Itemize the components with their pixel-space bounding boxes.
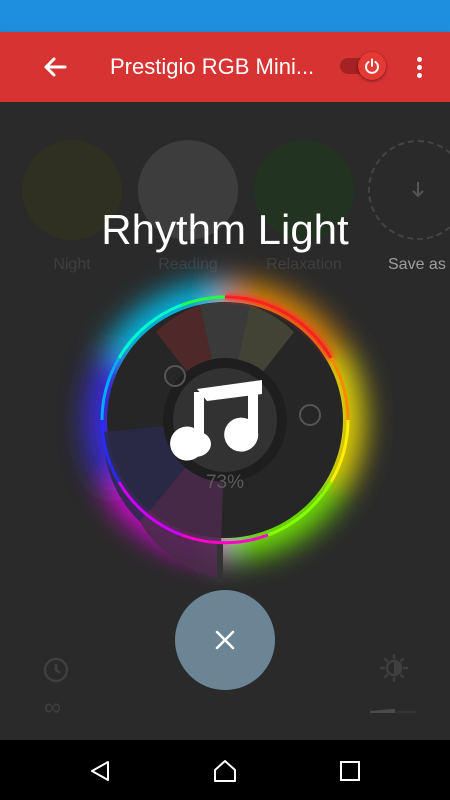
main-content: Night Reading Relaxation Save as Rhythm … (0, 102, 450, 740)
brightness-slider[interactable] (370, 702, 418, 720)
page-title: Prestigio RGB Mini... (110, 54, 315, 79)
timer-icon[interactable] (42, 654, 70, 689)
power-icon (365, 58, 379, 74)
power-toggle[interactable] (358, 52, 386, 80)
rhythm-light-title: Rhythm Light (101, 206, 349, 253)
close-icon (215, 630, 235, 650)
recents-nav-icon[interactable] (333, 754, 367, 788)
app-bar: Prestigio RGB Mini... (0, 32, 450, 102)
timer-value: ∞ (44, 694, 62, 721)
close-button[interactable] (175, 590, 275, 690)
status-bar (0, 0, 450, 32)
more-vert-icon[interactable] (404, 52, 434, 82)
back-nav-icon[interactable] (83, 754, 117, 788)
arrow-left-icon[interactable] (38, 50, 72, 84)
home-nav-icon[interactable] (208, 754, 242, 788)
navigation-bar (0, 740, 450, 800)
brightness-percent: 73% (205, 472, 245, 493)
brightness-icon (379, 653, 409, 687)
